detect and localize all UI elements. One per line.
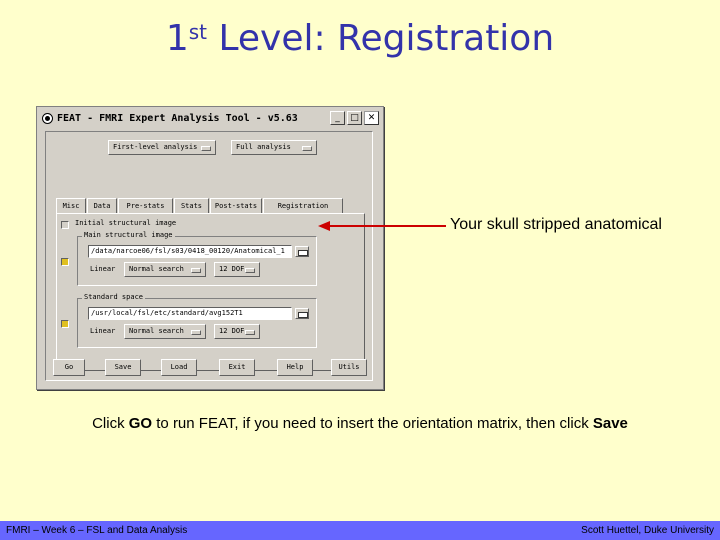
caption-go: GO (128, 415, 153, 432)
caption: Click GO to run FEAT, if you need to ins… (0, 415, 720, 432)
caption-part-2: to run FEAT, if you need to insert the o… (152, 415, 593, 432)
annotation-arrow (318, 221, 446, 231)
footer-left-text: FMRI – Week 6 – FSL and Data Analysis (6, 525, 188, 536)
arrow-head-icon (318, 221, 330, 231)
caption-part-1: Click (92, 415, 129, 432)
footer-right-text: Scott Huettel, Duke University (581, 525, 714, 536)
annotation-text: Your skull stripped anatomical (450, 216, 662, 233)
footer-bar: FMRI – Week 6 – FSL and Data Analysis Sc… (0, 521, 720, 540)
caption-save: Save (592, 415, 628, 432)
